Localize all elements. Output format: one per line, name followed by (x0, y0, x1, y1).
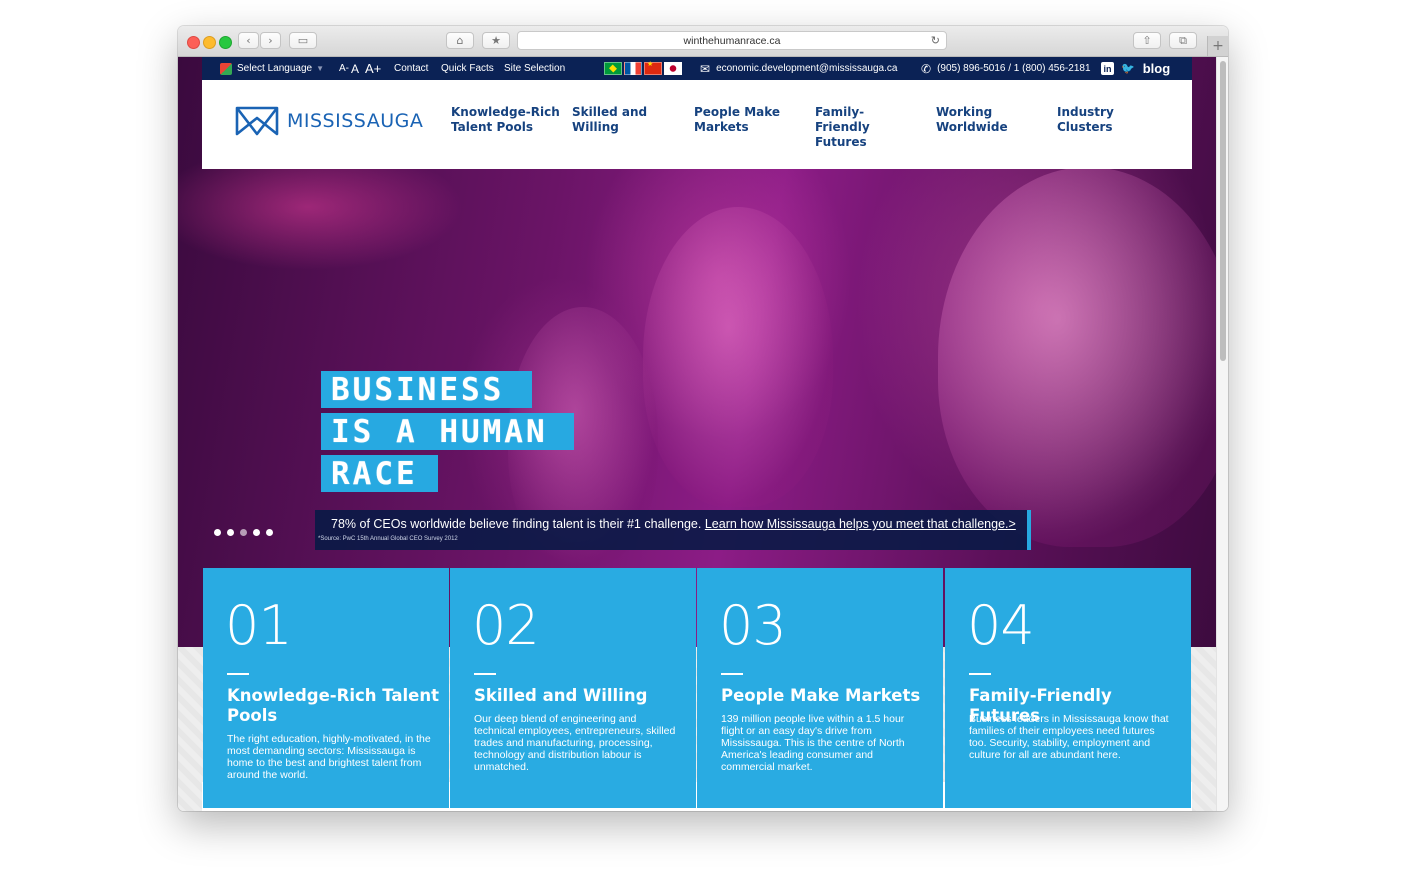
social-links: in 🐦 blog (1101, 57, 1170, 80)
card-divider (227, 673, 249, 675)
nav-industry-clusters[interactable]: Industry Clusters (1057, 105, 1127, 135)
card-people-make-markets[interactable]: 03 People Make Markets 139 million peopl… (697, 568, 943, 808)
show-tabs-button[interactable]: ⧉ (1169, 32, 1197, 49)
hero-caption-link[interactable]: Learn how Mississauga helps you meet tha… (705, 517, 1016, 531)
brazil-flag-icon[interactable] (604, 62, 622, 75)
close-window-button[interactable] (187, 36, 200, 49)
mississauga-logo[interactable]: MISSISSAUGA (235, 106, 423, 136)
star-icon: ★ (491, 34, 501, 47)
card-divider (969, 673, 991, 675)
phone-icon: ✆ (921, 61, 932, 76)
woman-silhouette (938, 167, 1216, 547)
phone-info: ✆ (905) 896-5016 / 1 (800) 456-2181 (921, 57, 1091, 80)
japan-flag-icon[interactable] (664, 62, 682, 75)
google-translate-icon (220, 62, 232, 75)
blog-link[interactable]: blog (1143, 61, 1170, 76)
browser-toolbar: ‹ › ▭ ⌂ ★ winthehumanrace.ca ↻ ⇧ ⧉ + (178, 26, 1228, 57)
card-knowledge-rich-talent-pools[interactable]: 01 Knowledge-Rich Talent Pools The right… (203, 568, 449, 808)
hero-caption: 78% of CEOs worldwide believe finding ta… (315, 510, 1031, 550)
share-icon: ⇧ (1142, 34, 1152, 47)
france-flag-icon[interactable] (624, 62, 642, 75)
card-divider (721, 673, 743, 675)
bookmark-button[interactable]: ★ (482, 32, 510, 49)
quick-facts-link[interactable]: Quick Facts (441, 57, 494, 80)
site-header: MISSISSAUGA Knowledge-Rich Talent Pools … (202, 80, 1192, 169)
home-button[interactable]: ⌂ (446, 32, 474, 49)
card-title: Knowledge-Rich Talent Pools (227, 686, 439, 725)
china-flag-icon[interactable] (644, 60, 662, 75)
logo-text: MISSISSAUGA (287, 110, 424, 132)
hero-tagline-line-1: BUSINESS (321, 371, 532, 408)
carousel-dots (214, 529, 273, 536)
card-number: 04 (967, 594, 1035, 657)
hero-tagline-line-2: IS A HUMAN (321, 413, 574, 450)
page-viewport: Select Language ▼ A- A A+ Contact Quick … (178, 57, 1216, 811)
site-selection-link[interactable]: Site Selection (504, 57, 565, 80)
new-tab-button[interactable]: + (1207, 36, 1228, 56)
twitter-icon[interactable]: 🐦 (1121, 62, 1135, 75)
chevron-right-icon: › (268, 34, 273, 47)
reload-icon[interactable]: ↻ (931, 34, 940, 47)
share-button[interactable]: ⇧ (1133, 32, 1161, 49)
card-title: People Make Markets (721, 686, 921, 705)
language-flags (604, 57, 684, 80)
hero-caption-line: 78% of CEOs worldwide believe finding ta… (331, 517, 1016, 531)
browser-window: ‹ › ▭ ⌂ ★ winthehumanrace.ca ↻ ⇧ ⧉ + Sel… (178, 26, 1228, 811)
man-silhouette (643, 207, 833, 507)
carousel-dot-2[interactable] (227, 529, 234, 536)
chevron-left-icon: ‹ (246, 34, 251, 47)
card-title: Skilled and Willing (474, 686, 648, 705)
linkedin-icon[interactable]: in (1101, 62, 1114, 75)
card-number: 03 (719, 594, 787, 657)
tabs-icon: ⧉ (1179, 33, 1187, 47)
utility-bar: Select Language ▼ A- A A+ Contact Quick … (202, 57, 1192, 80)
text-normal-button[interactable]: A (351, 62, 359, 76)
address-url: winthehumanrace.ca (683, 34, 781, 47)
sidebar-icon: ▭ (297, 34, 309, 47)
text-smaller-button[interactable]: A- (339, 63, 349, 74)
card-divider (474, 673, 496, 675)
card-family-friendly-futures[interactable]: 04 Family-Friendly Futures Business lead… (945, 568, 1191, 808)
minimize-window-button[interactable] (203, 36, 216, 49)
hero-tagline-line-3: RACE (321, 455, 438, 492)
vertical-scrollbar[interactable] (1216, 57, 1228, 811)
card-description: Business leaders in Mississauga know tha… (969, 713, 1169, 761)
nav-skilled-and-willing[interactable]: Skilled and Willing (572, 105, 652, 135)
mississauga-logo-icon (235, 106, 279, 136)
card-description: Our deep blend of engineering and techni… (474, 713, 676, 773)
plus-icon: + (1212, 38, 1224, 54)
envelope-icon: ✉ (700, 61, 711, 76)
text-size-controls: A- A A+ (339, 57, 381, 80)
nav-knowledge-rich-talent-pools[interactable]: Knowledge-Rich Talent Pools (451, 105, 561, 135)
hero-source-note: *Source: PwC 15th Annual Global CEO Surv… (318, 536, 458, 542)
hero-caption-text: 78% of CEOs worldwide believe finding ta… (331, 517, 702, 531)
nav-working-worldwide[interactable]: Working Worldwide (936, 105, 1016, 135)
scrollbar-thumb[interactable] (1220, 61, 1226, 361)
chevron-down-icon: ▼ (316, 64, 324, 73)
zoom-window-button[interactable] (219, 36, 232, 49)
back-button[interactable]: ‹ (238, 32, 259, 49)
nav-family-friendly-futures[interactable]: Family-Friendly Futures (815, 105, 915, 150)
card-skilled-and-willing[interactable]: 02 Skilled and Willing Our deep blend of… (450, 568, 696, 808)
card-number: 02 (472, 594, 540, 657)
carousel-dot-4[interactable] (253, 529, 260, 536)
language-selector[interactable]: Select Language ▼ (220, 57, 324, 80)
card-number: 01 (225, 594, 293, 657)
nav-people-make-markets[interactable]: People Make Markets (694, 105, 784, 135)
email-address: economic.development@mississauga.ca (716, 63, 898, 74)
sidebar-button[interactable]: ▭ (289, 32, 317, 49)
card-description: 139 million people live within a 1.5 hou… (721, 713, 905, 773)
text-larger-button[interactable]: A+ (365, 61, 381, 76)
language-label: Select Language (237, 63, 313, 74)
carousel-dot-5[interactable] (266, 529, 273, 536)
forward-button[interactable]: › (260, 32, 281, 49)
email-link[interactable]: ✉ economic.development@mississauga.ca (700, 57, 897, 80)
carousel-dot-1[interactable] (214, 529, 221, 536)
phone-numbers: (905) 896-5016 / 1 (800) 456-2181 (937, 63, 1091, 74)
carousel-dot-3[interactable] (240, 529, 247, 536)
home-icon: ⌂ (456, 34, 464, 47)
card-description: The right education, highly-motivated, i… (227, 733, 431, 781)
contact-link[interactable]: Contact (394, 57, 428, 80)
address-bar[interactable]: winthehumanrace.ca ↻ (517, 31, 947, 50)
